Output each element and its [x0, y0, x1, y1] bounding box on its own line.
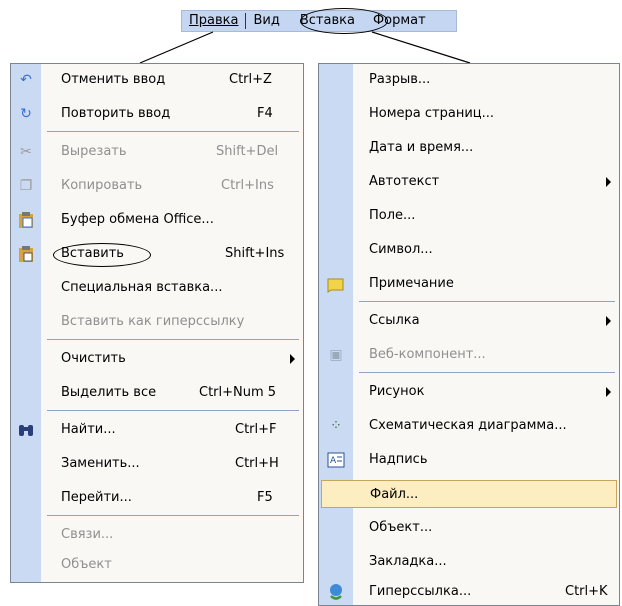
menu-separator [359, 301, 615, 302]
menu-item-label: Дата и время... [369, 140, 474, 155]
menu-item-label: Найти... [61, 422, 116, 437]
binoculars-icon [17, 421, 35, 439]
menu-item-paste-special[interactable]: Специальная вставка... [11, 274, 303, 302]
menu-item-label: Перейти... [61, 490, 132, 505]
menu-separator [47, 131, 299, 132]
menu-item-label: Вставить [61, 246, 124, 261]
menu-item-office-clipboard[interactable]: Буфер обмена Office... [11, 206, 303, 234]
menu-item-label: Веб-компонент... [369, 347, 486, 362]
menu-item-label: Специальная вставка... [61, 280, 223, 295]
comment-icon [327, 275, 345, 293]
menu-separator [47, 515, 299, 516]
menu-item-links: Связи... [11, 521, 303, 549]
menu-item-page-numbers[interactable]: Номера страниц... [319, 100, 619, 128]
copy-icon: ❐ [19, 178, 33, 194]
menu-item-label: Разрыв... [369, 72, 431, 87]
menu-item-diagram[interactable]: ⁘ Схематическая диаграмма... [319, 412, 619, 440]
menu-separator [47, 410, 299, 411]
menu-item-field[interactable]: Поле... [319, 202, 619, 230]
menu-item-label: Объект [61, 557, 112, 572]
menu-item-copy: ❐ Копировать Ctrl+Ins [11, 172, 303, 200]
submenu-arrow-icon [606, 177, 611, 187]
menu-item-shortcut: Ctrl+K [565, 584, 608, 599]
menu-item-shortcut: Shift+Ins [225, 246, 285, 261]
menu-item-label: Выделить все [61, 385, 157, 400]
menu-item-label: Вставить как гиперссылку [61, 314, 245, 329]
menu-item-object[interactable]: Объект... [319, 514, 619, 542]
menu-item-reference[interactable]: Ссылка [319, 307, 619, 335]
menu-item-undo[interactable]: ↶ Отменить ввод Ctrl+Z [11, 66, 303, 94]
menu-item-break[interactable]: Разрыв... [319, 66, 619, 94]
menu-item-shortcut: Shift+Del [216, 144, 279, 159]
web-component-icon: ▣ [329, 347, 343, 363]
menu-item-autotext[interactable]: Автотекст [319, 168, 619, 196]
submenu-arrow-icon [606, 316, 611, 326]
menu-item-label: Рисунок [369, 384, 425, 399]
menu-item-label: Схематическая диаграмма... [369, 418, 567, 433]
menu-item-select-all[interactable]: Выделить все Ctrl+Num 5 [11, 379, 303, 407]
menu-item-web-component: ▣ Веб-компонент... [319, 341, 619, 369]
menu-item-label: Поле... [369, 208, 416, 223]
menu-item-label: Автотекст [369, 174, 440, 189]
menu-item-label: Примечание [369, 276, 454, 291]
menu-item-label: Буфер обмена Office... [61, 212, 214, 227]
menu-separator [359, 372, 615, 373]
menu-item-shortcut: Ctrl+Num 5 [199, 385, 277, 400]
menu-item-label: Связи... [61, 527, 114, 542]
paste-icon [17, 245, 35, 263]
submenu-arrow-icon [606, 387, 611, 397]
menu-item-label: Отменить ввод [61, 72, 166, 87]
menu-item-replace[interactable]: Заменить... Ctrl+H [11, 450, 303, 478]
menu-item-shortcut: Ctrl+Z [229, 72, 272, 87]
menu-item-label: Номера страниц... [369, 106, 495, 121]
menu-item-label: Очистить [61, 351, 126, 366]
menu-item-shortcut: Ctrl+F [235, 422, 277, 437]
edit-menu: ↶ Отменить ввод Ctrl+Z ↻ Повторить ввод … [10, 63, 304, 583]
redo-icon: ↻ [20, 106, 32, 122]
menu-item-shortcut: Ctrl+H [235, 456, 279, 471]
menu-item-label: Копировать [61, 178, 143, 193]
menu-item-label: Символ... [369, 242, 433, 257]
menu-item-label: Заменить... [61, 456, 140, 471]
menu-item-date-time[interactable]: Дата и время... [319, 134, 619, 162]
insert-menu: Разрыв... Номера страниц... Дата и время… [318, 63, 620, 606]
menu-item-picture[interactable]: Рисунок [319, 378, 619, 406]
menu-item-label: Вырезать [61, 144, 127, 159]
menu-item-shortcut: Ctrl+Ins [221, 178, 274, 193]
menu-item-label: Надпись [369, 452, 428, 467]
menu-item-hyperlink[interactable]: Гиперссылка... Ctrl+K [319, 578, 619, 606]
menu-item-label: Ссылка [369, 313, 420, 328]
menu-item-file[interactable]: Файл... [321, 480, 617, 508]
hyperlink-icon [327, 583, 345, 601]
menu-item-object: Объект [11, 551, 303, 579]
menu-item-redo[interactable]: ↻ Повторить ввод F4 [11, 100, 303, 128]
text-box-icon: A [327, 451, 345, 469]
menu-item-paste[interactable]: Вставить Shift+Ins [11, 240, 303, 268]
menu-item-shortcut: F4 [257, 106, 273, 121]
menu-item-find[interactable]: Найти... Ctrl+F [11, 416, 303, 444]
submenu-arrow-icon [290, 354, 295, 364]
menu-item-text-box[interactable]: A Надпись [319, 446, 619, 474]
menu-item-label: Файл... [370, 487, 419, 502]
menu-item-paste-as-hyperlink: Вставить как гиперссылку [11, 308, 303, 336]
menu-item-shortcut: F5 [257, 490, 273, 505]
undo-icon: ↶ [20, 72, 32, 88]
menu-item-go-to[interactable]: Перейти... F5 [11, 484, 303, 512]
menu-item-label: Закладка... [369, 554, 447, 569]
svg-text:A: A [330, 456, 337, 466]
menu-item-cut: ✂ Вырезать Shift+Del [11, 138, 303, 166]
menu-item-clear[interactable]: Очистить [11, 345, 303, 373]
diagram-icon: ⁘ [330, 418, 342, 434]
menu-item-label: Гиперссылка... [369, 584, 472, 599]
cut-icon: ✂ [20, 144, 32, 160]
menu-separator [47, 339, 299, 340]
menu-item-label: Повторить ввод [61, 106, 171, 121]
clipboard-icon [17, 211, 35, 229]
menu-item-bookmark[interactable]: Закладка... [319, 548, 619, 576]
menu-item-comment[interactable]: Примечание [319, 270, 619, 298]
menu-item-label: Объект... [369, 520, 433, 535]
menu-item-symbol[interactable]: Символ... [319, 236, 619, 264]
